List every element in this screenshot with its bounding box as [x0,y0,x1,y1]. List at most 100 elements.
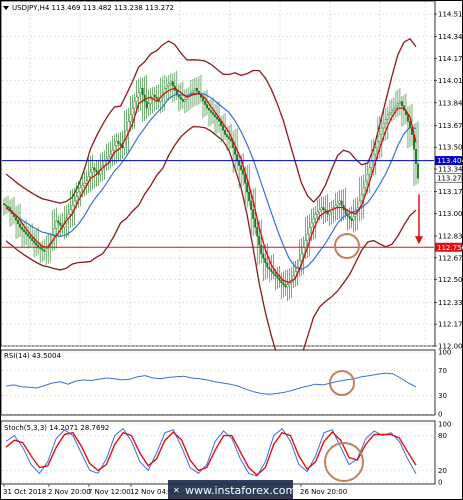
price-tick-label: 112.170 [438,321,463,329]
rsi-panel: 100 70 30 0 RSI(14) 43.5004 [0,349,451,419]
candle-body [400,101,403,107]
candle-body [246,183,249,193]
watermark: ✕ www.instaforex.com [168,480,296,499]
candle-body [207,107,210,111]
candle-body [201,97,204,102]
candle-body [119,143,122,146]
candle-body [374,147,377,155]
candle-body [179,96,182,100]
candle-body [155,96,158,100]
candle-body [306,233,309,241]
candle-body [83,183,86,186]
candle-body [302,247,305,255]
trading-chart: 113.404112.750113.272 112.005112.170112.… [0,0,463,500]
candle-body [85,180,88,184]
candle-body [380,127,383,135]
candle-body [93,167,96,171]
candle-body [366,174,369,182]
candle-body [242,169,245,175]
candle-body [27,233,30,237]
candle-body [33,240,36,244]
candle-body [264,258,267,263]
candle-body [415,148,418,164]
candle-body [350,218,353,221]
candle-body [256,227,259,237]
candle-body [7,205,10,208]
candle-body [222,125,225,131]
candle-body [77,191,80,197]
candle-body [167,83,170,87]
candle-body [328,211,331,215]
candle-body [193,88,196,91]
price-tick-label: 113.005 [438,210,463,218]
candle-body [336,202,339,206]
candle-body [57,220,60,224]
price-tick-label: 112.670 [438,254,463,262]
candle-body [384,118,387,124]
candle-body [298,260,301,268]
candle-body [103,160,106,166]
candle-body [191,90,194,93]
candle-body [133,101,136,109]
time-tick-label: 31 Oct 2018 [3,488,46,496]
chart-title: USDJPY,H4 113.469 113.482 113.238 113.27… [12,4,174,12]
watermark-text: www.instaforex.com [185,484,296,497]
candle-body [183,99,186,102]
candle-body [31,238,34,241]
candle-body [238,160,241,166]
candle-body [278,277,281,281]
candle-body [19,223,22,228]
candle-body [368,167,371,175]
candle-body [203,100,206,105]
candle-body [280,280,283,283]
level-label: 112.750 [437,244,463,252]
stoch-tick-label: 100 [438,421,451,429]
candle-body [107,156,110,160]
price-tick-label: 113.840 [438,99,463,107]
candle-body [322,207,325,210]
candle-body [2,203,5,206]
candle-body [117,141,120,144]
candle-body [282,282,285,286]
price-tick-label: 112.835 [438,232,463,240]
rsi-tick-label: 0 [438,411,442,419]
candle-body [248,191,251,202]
candle-body [135,96,138,102]
stoch-tick-label: 20 [438,467,447,475]
stoch-tick-label: 80 [438,432,447,440]
candle-body [234,147,237,155]
candle-body [272,271,275,274]
candle-body [127,121,130,131]
candle-body [344,209,347,215]
candle-body [41,248,44,251]
candle-body [314,213,317,219]
candle-body [394,105,397,109]
candle-body [113,145,116,151]
candle-body [147,103,150,109]
candle-body [69,209,72,215]
candle-body [109,154,112,157]
candle-body [286,284,289,288]
candle-body [21,227,24,230]
time-tick-label: 2 Nov 20:00 [48,488,91,496]
candle-body [364,180,367,188]
candle-body [318,209,321,213]
candle-body [304,240,307,248]
candle-body [25,231,28,235]
candle-body [300,253,303,261]
candle-body [43,249,46,252]
price-tick-label: 113.170 [438,188,463,196]
stoch-panel: 100 80 20 0 Stoch(5,3,3) 14.2071 28.7692 [0,421,451,487]
candle-body [79,187,82,193]
time-tick-label: 26 Nov 20:00 [300,488,347,496]
candle-body [205,104,208,109]
candle-body [260,244,263,255]
candle-body [386,114,389,120]
candle-body [274,273,277,277]
price-tick-label: 114.510 [438,11,463,19]
candle-body [29,236,32,239]
candle-body [390,110,393,113]
candle-body [262,253,265,259]
candle-body [165,85,168,89]
price-tick-label: 112.335 [438,299,463,307]
